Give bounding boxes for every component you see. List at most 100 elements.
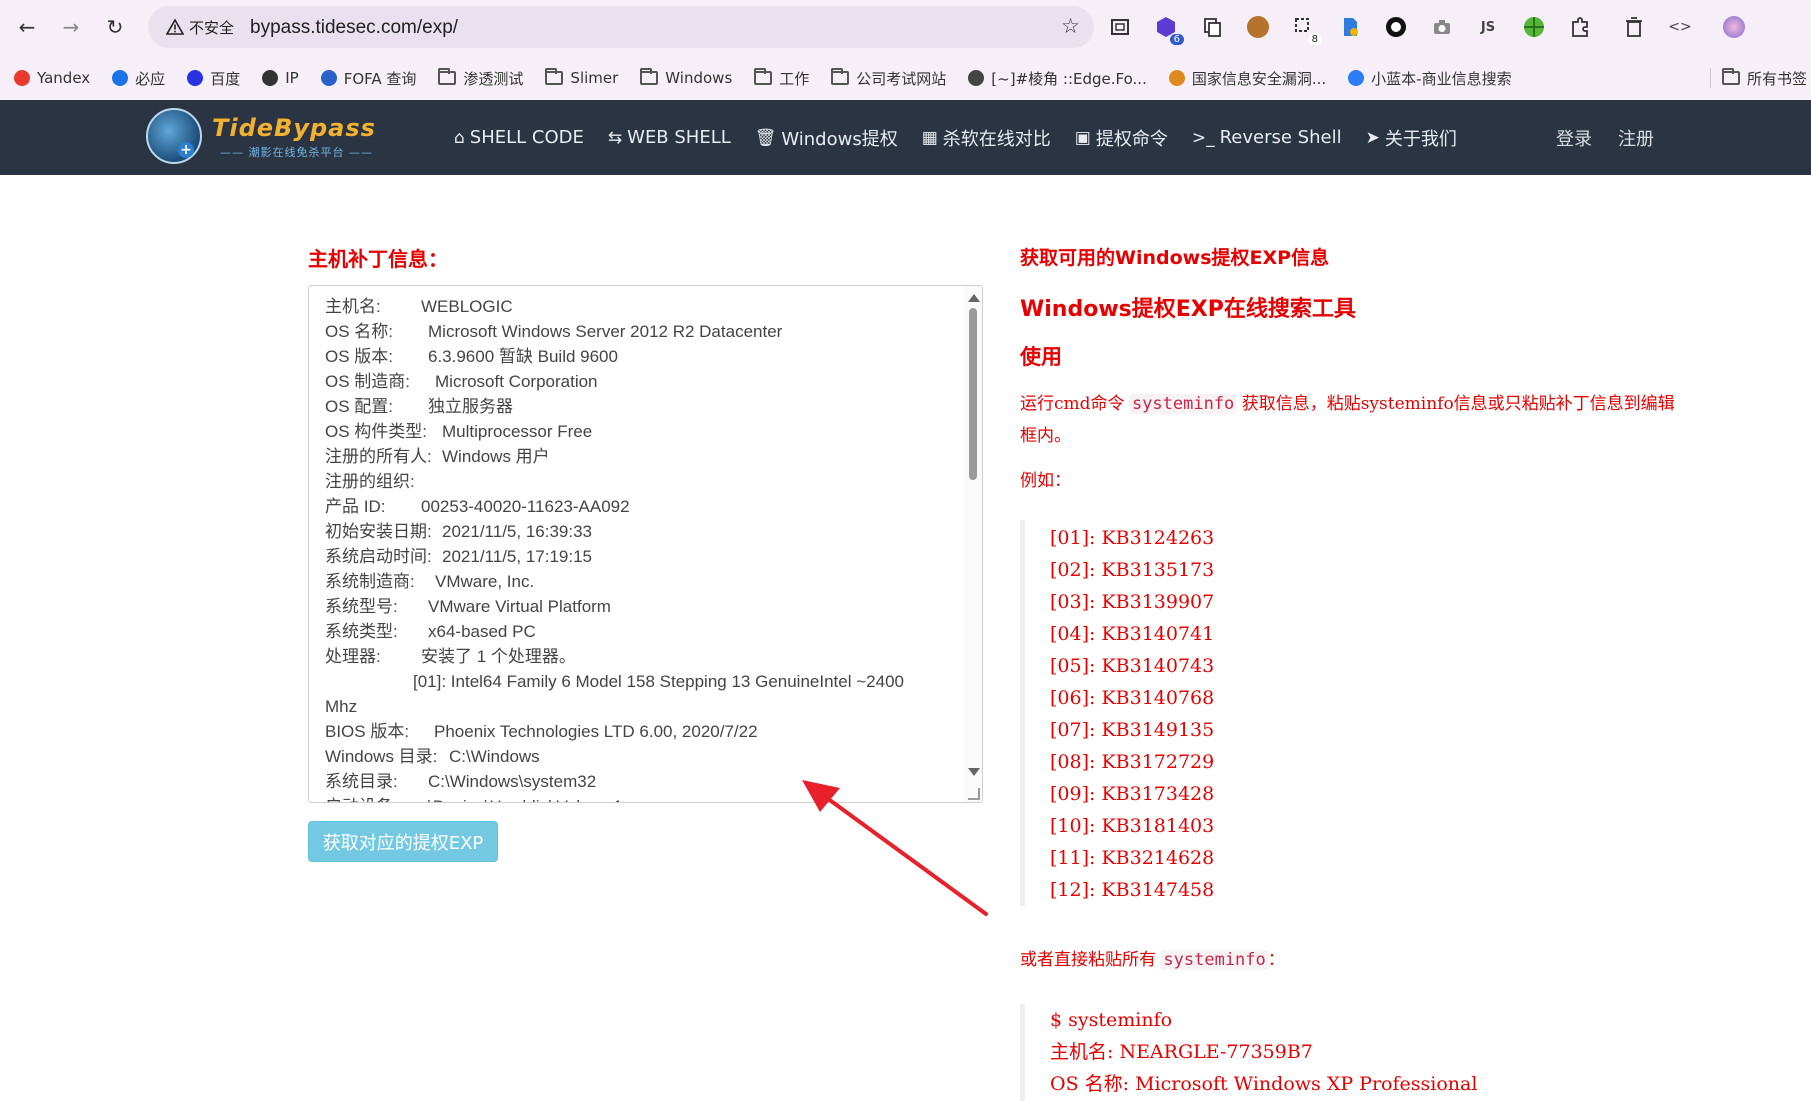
scroll-thumb[interactable] — [969, 308, 977, 480]
textarea-scrollbar[interactable] — [964, 286, 982, 802]
selector-extension-icon[interactable]: 8 — [1290, 13, 1322, 45]
site-navbar: TideBypass —— 潮影在线免杀平台 —— ⌂SHELL CODE ⇆WE… — [0, 100, 1811, 175]
sysinfo-value: 6.3.9600 暂缺 Build 9600 — [428, 347, 618, 366]
sysinfo-value: 安装了 1 个处理器。 — [421, 647, 576, 666]
sysinfo-value: WEBLOGIC — [421, 297, 513, 316]
back-arrow-icon[interactable]: ← — [10, 10, 44, 44]
exchange-icon: ⇆ — [607, 127, 623, 148]
bookmarks-bar: Yandex 必应 百度 IP FOFA 查询 渗透测试 Slimer Windows 工作 公司… — [0, 56, 1811, 100]
sysinfo-text: 主机名: WEBLOGIC OS 名称: Microsoft Windows Serv… — [325, 294, 965, 802]
sysinfo-line: Mhz — [325, 697, 358, 716]
bookmark-label: [~]#棱角 ::Edge.Fo... — [991, 69, 1147, 88]
extensions-bar: 6 8 JS <> — [1106, 10, 1766, 45]
bookmark-item[interactable]: 百度 — [187, 68, 240, 89]
logo-subtitle: —— 潮影在线免杀平台 —— — [220, 146, 373, 159]
nav-item[interactable]: >_ Reverse Shell — [1192, 127, 1342, 148]
sysinfo-value: C:\Windows — [449, 747, 540, 766]
sysinfo-textarea[interactable]: 主机名: WEBLOGIC OS 名称: Microsoft Windows Serv… — [308, 285, 983, 803]
sysinfo-value: Phoenix Technologies LTD 6.00, 2020/7/22 — [434, 722, 758, 741]
sample-line: OS 名称: Microsoft Windows XP Professional — [1050, 1073, 1478, 1095]
devtools-code-icon[interactable]: <> — [1666, 13, 1694, 41]
scroll-up-arrow-icon[interactable] — [968, 294, 980, 302]
browser-toolbar: ← → ↻ 不安全 bypass.tidesec.com/exp/ ☆ 6 8 … — [0, 0, 1811, 56]
hexagon-extension-icon[interactable]: 6 — [1152, 13, 1184, 45]
sysinfo-key: 注册的组织: — [325, 472, 415, 491]
sysinfo-value: VMware, Inc. — [435, 572, 535, 591]
sysinfo-value: Windows 用户 — [442, 447, 550, 466]
sysinfo-line: 系统型号: VMware Virtual Platform — [325, 594, 965, 619]
kb-item: [06]: KB3140768 — [1050, 687, 1215, 709]
kb-item: [05]: KB3140743 — [1050, 655, 1215, 677]
bookmark-item[interactable]: [~]#棱角 ::Edge.Fo... — [968, 68, 1147, 89]
puzzle-extension-icon[interactable] — [1566, 13, 1594, 41]
sysinfo-key: 初始安装日期: — [325, 522, 432, 541]
bookmarks-separator — [1710, 68, 1711, 88]
address-bar[interactable]: 不安全 bypass.tidesec.com/exp/ ☆ — [148, 6, 1094, 48]
bookmark-item[interactable]: Windows — [640, 68, 732, 87]
screenshot-frame-icon[interactable] — [1106, 13, 1134, 41]
nav-item[interactable]: ▣ 提权命令 — [1075, 125, 1168, 151]
terminal-box-icon: ▣ — [1074, 127, 1091, 148]
sysinfo-line: 主机名: WEBLOGIC — [325, 294, 965, 319]
kb-item: [09]: KB3173428 — [1050, 783, 1215, 805]
nav-item[interactable]: ⌂ SHELL CODE — [454, 127, 584, 148]
sysinfo-value: Microsoft Windows Server 2012 R2 Datacen… — [428, 322, 783, 341]
sysinfo-line: 系统制造商: VMware, Inc. — [325, 569, 965, 594]
bookmark-label: 小蓝本-商业信息搜索 — [1371, 69, 1512, 88]
register-link[interactable]: 注册 — [1618, 125, 1654, 151]
all-bookmarks-button[interactable]: 所有书签 — [1721, 56, 1811, 100]
sysinfo-value: C:\Windows\system32 — [428, 772, 597, 791]
bookmark-label: 国家信息安全漏洞... — [1191, 69, 1327, 88]
get-exp-button[interactable]: 获取对应的提权EXP — [308, 821, 498, 862]
profile-avatar-icon[interactable] — [1720, 13, 1748, 41]
insecure-badge[interactable]: 不安全 — [158, 13, 242, 41]
translate-file-icon[interactable] — [1336, 13, 1364, 41]
bookmark-label: IP — [285, 69, 299, 87]
cnnvd-icon — [1168, 70, 1185, 86]
yandex-icon — [14, 70, 30, 86]
bookmark-item[interactable]: Slimer — [545, 68, 618, 87]
reload-icon[interactable]: ↻ — [98, 10, 132, 44]
sysinfo-value: VMware Virtual Platform — [428, 597, 611, 616]
kb-item: [08]: KB3172729 — [1050, 751, 1215, 773]
sysinfo-key — [325, 669, 413, 694]
sysinfo-value: [01]: Intel64 Family 6 Model 158 Steppin… — [413, 672, 904, 691]
trash-icon[interactable] — [1620, 13, 1648, 41]
nav-item[interactable]: ▦ 杀软在线对比 — [922, 125, 1051, 151]
bookmark-item[interactable]: Yandex — [14, 69, 90, 87]
tidebypass-logo-icon[interactable] — [146, 108, 202, 164]
nav-item[interactable]: ➤ 关于我们 — [1366, 125, 1457, 151]
green-globe-icon[interactable] — [1520, 13, 1548, 41]
bookmark-item[interactable]: IP — [262, 69, 299, 87]
login-link[interactable]: 登录 — [1556, 125, 1592, 151]
bookmark-item[interactable]: 小蓝本-商业信息搜索 — [1348, 68, 1512, 89]
edge-icon — [968, 70, 985, 86]
bookmark-item[interactable]: 渗透测试 — [438, 68, 523, 89]
or-text-pre: 或者直接粘贴所有 — [1020, 950, 1162, 970]
bookmark-item[interactable]: FOFA 查询 — [320, 68, 416, 89]
camera-icon[interactable] — [1428, 13, 1456, 41]
copy-pages-icon[interactable] — [1198, 13, 1226, 41]
insecure-label: 不安全 — [189, 18, 235, 37]
sysinfo-key: 系统类型: — [325, 622, 398, 641]
bookmark-item[interactable]: 国家信息安全漏洞... — [1168, 68, 1327, 89]
nav-item-label: SHELL CODE — [469, 127, 584, 148]
bookmark-item[interactable]: 必应 — [112, 68, 165, 89]
circle-extension-icon[interactable] — [1382, 13, 1410, 41]
url-text[interactable]: bypass.tidesec.com/exp/ — [250, 17, 458, 39]
bookmark-item[interactable]: 工作 — [754, 68, 809, 89]
bookmark-label: Yandex — [37, 69, 91, 87]
sysinfo-value: x64-based PC — [428, 622, 536, 641]
nav-item[interactable]: 🗑 Windows提权 — [755, 125, 898, 151]
logo-title[interactable]: TideBypass — [212, 114, 376, 142]
bookmark-label: 公司考试网站 — [856, 69, 947, 88]
nav-item[interactable]: ⇆ WEB SHELL — [608, 127, 731, 148]
bookmark-item[interactable]: 公司考试网站 — [831, 68, 946, 89]
bookmark-star-icon[interactable]: ☆ — [1061, 14, 1080, 38]
forward-arrow-icon[interactable]: → — [54, 10, 88, 44]
cookie-icon[interactable] — [1244, 13, 1272, 41]
usage-text-pre: 运行cmd命令 — [1020, 394, 1130, 414]
kb-item: [10]: KB3181403 — [1050, 815, 1215, 837]
js-extension-icon[interactable]: JS — [1474, 13, 1502, 41]
systeminfo-sample-block: $ systeminfo 主机名: NEARGLE-77359B7 OS 名称: M… — [1020, 1004, 1477, 1101]
